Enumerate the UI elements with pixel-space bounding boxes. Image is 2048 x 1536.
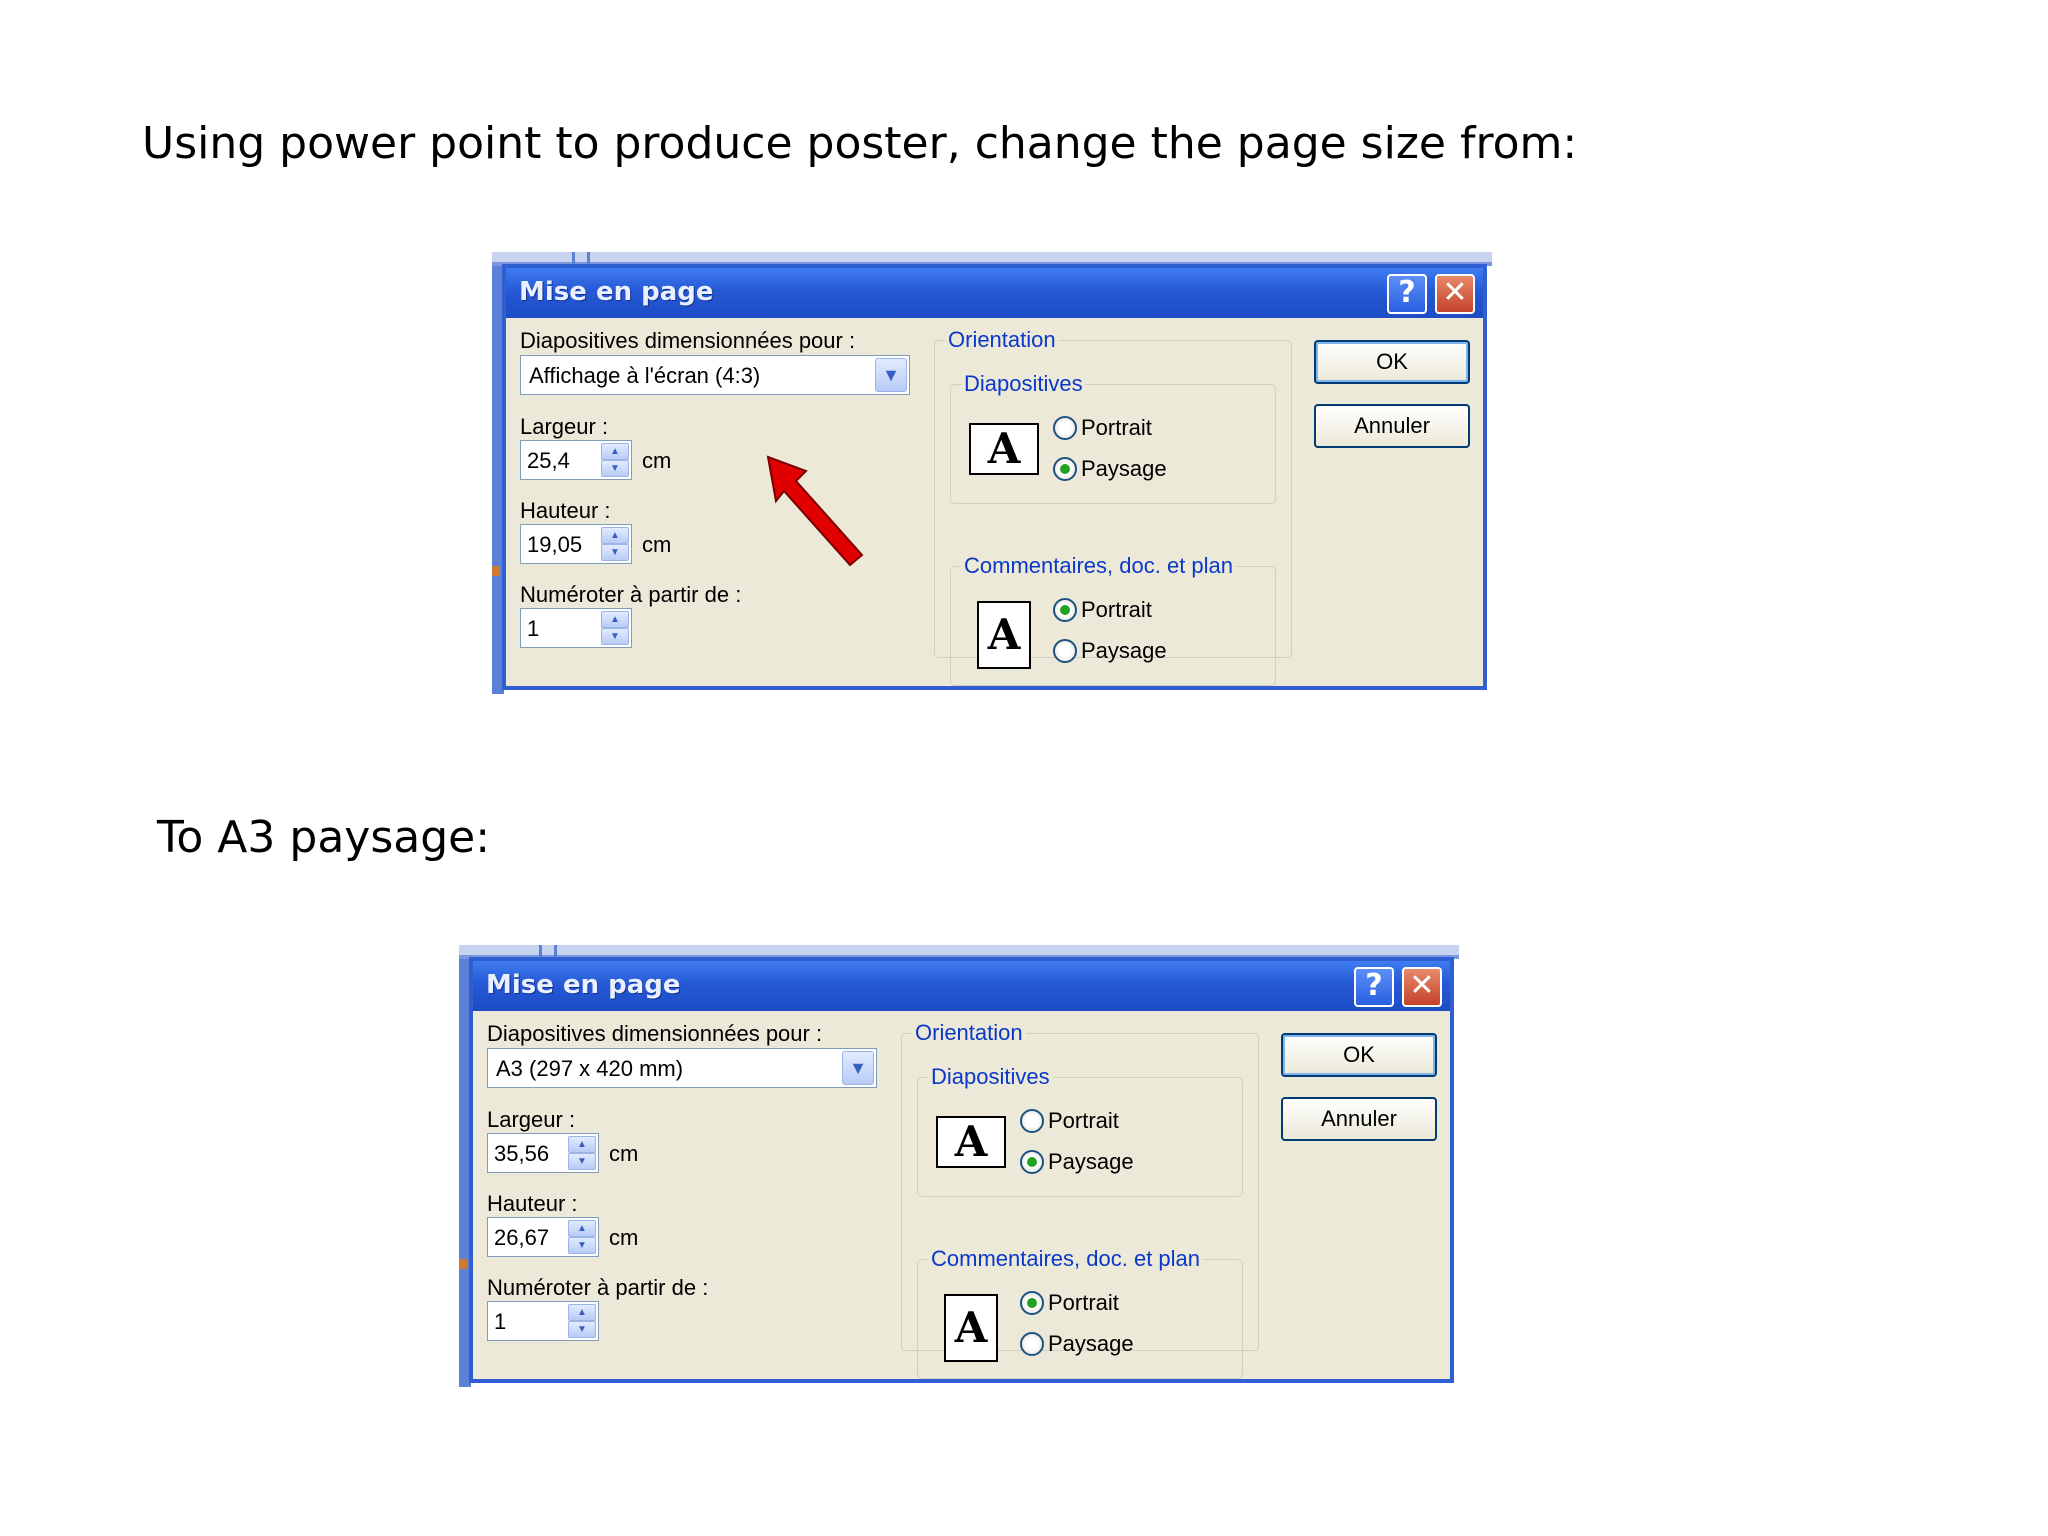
slides-group-title: Diapositives — [961, 371, 1086, 397]
notes-landscape-radio[interactable]: Paysage — [1053, 638, 1167, 668]
width-label: Largeur : — [520, 414, 609, 439]
portrait-page-icon: A — [977, 601, 1031, 669]
radio-unchecked-icon[interactable] — [1053, 416, 1077, 440]
spin-up-icon[interactable]: ▲ — [601, 443, 629, 460]
width-stepper[interactable]: 35,56 ▲ ▼ — [487, 1133, 599, 1173]
height-stepper[interactable]: 19,05 ▲ ▼ — [520, 524, 632, 564]
height-value: 19,05 — [527, 532, 583, 557]
notes-orientation-group: Commentaires, doc. et plan A Portrait Pa… — [950, 553, 1276, 686]
slides-landscape-radio[interactable]: Paysage — [1053, 456, 1167, 486]
close-icon[interactable]: ✕ — [1435, 274, 1475, 314]
landscape-page-icon: A — [969, 423, 1039, 475]
notes-portrait-radio[interactable]: Portrait — [1020, 1290, 1119, 1320]
number-from-stepper[interactable]: 1 ▲ ▼ — [520, 608, 632, 648]
radio-unchecked-icon[interactable] — [1020, 1109, 1044, 1133]
number-from-label: Numéroter à partir de : — [487, 1275, 709, 1300]
number-from-value: 1 — [494, 1309, 507, 1334]
radio-unchecked-icon[interactable] — [1020, 1332, 1044, 1356]
radio-unchecked-icon[interactable] — [1053, 639, 1077, 663]
spin-down-icon[interactable]: ▼ — [601, 544, 629, 561]
slides-orientation-group: Diapositives A Portrait Paysage — [950, 371, 1276, 504]
slide-heading-from: Using power point to produce poster, cha… — [142, 118, 1578, 169]
spin-up-icon[interactable]: ▲ — [601, 611, 629, 628]
dialog-title: Mise en page — [486, 970, 681, 1000]
cancel-button[interactable]: Annuler — [1281, 1097, 1437, 1141]
width-value: 25,4 — [527, 448, 570, 473]
radio-checked-icon[interactable] — [1053, 598, 1077, 622]
help-icon[interactable]: ? — [1387, 274, 1427, 314]
help-icon[interactable]: ? — [1354, 967, 1394, 1007]
cancel-button[interactable]: Annuler — [1314, 404, 1470, 448]
orientation-group-title: Orientation — [945, 327, 1059, 353]
dialog-titlebar[interactable]: Mise en page ? ✕ — [506, 268, 1483, 318]
ok-button[interactable]: OK — [1281, 1033, 1437, 1077]
slides-portrait-radio[interactable]: Portrait — [1053, 415, 1152, 445]
notes-group-title: Commentaires, doc. et plan — [928, 1246, 1204, 1272]
spin-up-icon[interactable]: ▲ — [601, 527, 629, 544]
number-from-label: Numéroter à partir de : — [520, 582, 742, 607]
notes-group-title: Commentaires, doc. et plan — [961, 553, 1237, 579]
edge-mark — [492, 566, 500, 576]
radio-checked-icon[interactable] — [1053, 457, 1077, 481]
notes-landscape-radio[interactable]: Paysage — [1020, 1331, 1134, 1361]
height-label: Hauteur : — [520, 498, 611, 523]
height-value: 26,67 — [494, 1225, 550, 1250]
page-setup-dialog: Mise en page ? ✕ Diapositives dimensionn… — [469, 957, 1454, 1383]
slide-size-dropdown[interactable]: A3 (297 x 420 mm) ▼ — [487, 1048, 877, 1088]
radio-checked-icon[interactable] — [1020, 1291, 1044, 1315]
chevron-down-icon[interactable]: ▼ — [842, 1051, 874, 1085]
spin-down-icon[interactable]: ▼ — [568, 1321, 596, 1338]
ok-button[interactable]: OK — [1314, 340, 1470, 384]
number-from-stepper[interactable]: 1 ▲ ▼ — [487, 1301, 599, 1341]
height-stepper[interactable]: 26,67 ▲ ▼ — [487, 1217, 599, 1257]
spin-up-icon[interactable]: ▲ — [568, 1136, 596, 1153]
width-stepper[interactable]: 25,4 ▲ ▼ — [520, 440, 632, 480]
slides-landscape-radio[interactable]: Paysage — [1020, 1149, 1134, 1179]
size-label: Diapositives dimensionnées pour : — [520, 328, 856, 353]
notes-orientation-group: Commentaires, doc. et plan A Portrait Pa… — [917, 1246, 1243, 1379]
height-unit: cm — [609, 1225, 639, 1250]
dialog-title: Mise en page — [519, 277, 714, 307]
spin-down-icon[interactable]: ▼ — [601, 628, 629, 645]
landscape-page-icon: A — [936, 1116, 1006, 1168]
spin-up-icon[interactable]: ▲ — [568, 1304, 596, 1321]
size-label: Diapositives dimensionnées pour : — [487, 1021, 823, 1046]
radio-checked-icon[interactable] — [1020, 1150, 1044, 1174]
chevron-down-icon[interactable]: ▼ — [875, 358, 907, 392]
width-label: Largeur : — [487, 1107, 576, 1132]
slide-size-value: Affichage à l'écran (4:3) — [529, 363, 761, 388]
orientation-group-title: Orientation — [912, 1020, 1026, 1046]
width-value: 35,56 — [494, 1141, 550, 1166]
slide-heading-to: To A3 paysage: — [157, 812, 491, 863]
width-unit: cm — [642, 448, 672, 473]
slides-orientation-group: Diapositives A Portrait Paysage — [917, 1064, 1243, 1197]
height-label: Hauteur : — [487, 1191, 578, 1216]
width-unit: cm — [609, 1141, 639, 1166]
slide-size-dropdown[interactable]: Affichage à l'écran (4:3) ▼ — [520, 355, 910, 395]
spin-down-icon[interactable]: ▼ — [568, 1153, 596, 1170]
spin-down-icon[interactable]: ▼ — [601, 460, 629, 477]
slides-portrait-radio[interactable]: Portrait — [1020, 1108, 1119, 1138]
page-setup-dialog: Mise en page ? ✕ Diapositives dimensionn… — [502, 264, 1487, 690]
spin-up-icon[interactable]: ▲ — [568, 1220, 596, 1237]
red-arrow-icon — [766, 455, 864, 567]
height-unit: cm — [642, 532, 672, 557]
slides-group-title: Diapositives — [928, 1064, 1053, 1090]
dialog-titlebar[interactable]: Mise en page ? ✕ — [473, 961, 1450, 1011]
number-from-value: 1 — [527, 616, 540, 641]
spin-down-icon[interactable]: ▼ — [568, 1237, 596, 1254]
screenshot-before: Mise en page ? ✕ Diapositives dimensionn… — [492, 252, 1492, 694]
screenshot-after: Mise en page ? ✕ Diapositives dimensionn… — [459, 945, 1459, 1387]
edge-mark — [459, 1259, 467, 1269]
slide-size-value: A3 (297 x 420 mm) — [496, 1056, 684, 1081]
notes-portrait-radio[interactable]: Portrait — [1053, 597, 1152, 627]
close-icon[interactable]: ✕ — [1402, 967, 1442, 1007]
portrait-page-icon: A — [944, 1294, 998, 1362]
